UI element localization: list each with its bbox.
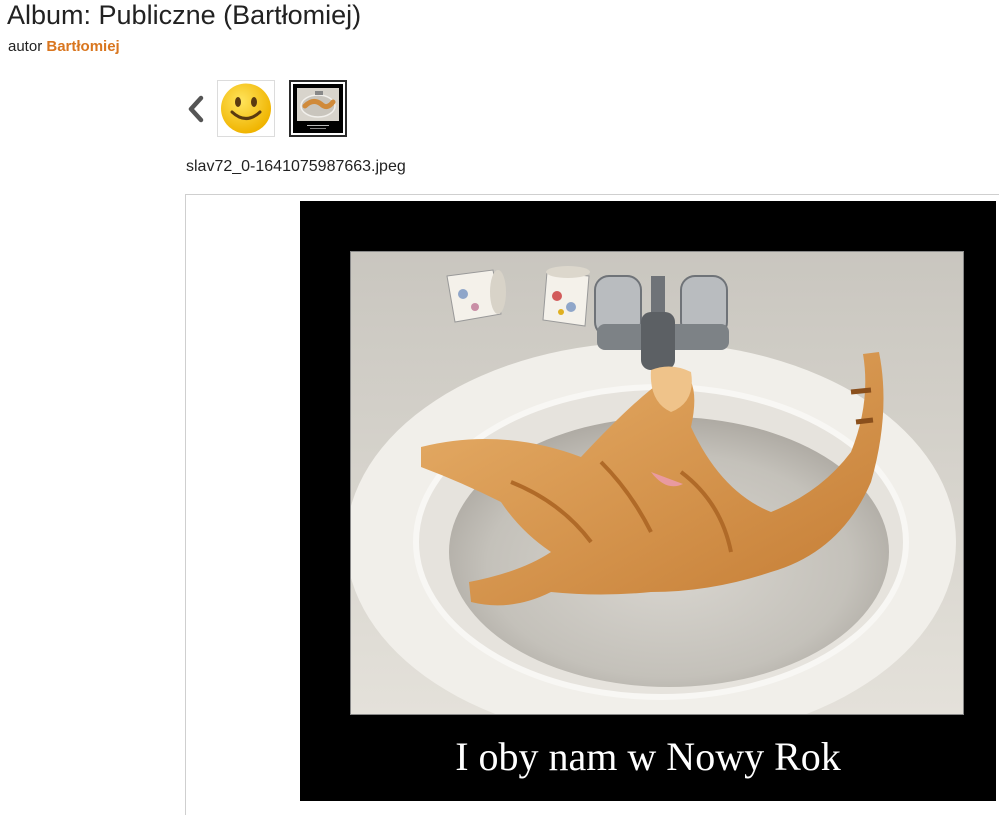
chevron-left-icon — [188, 95, 204, 123]
previous-photo-button[interactable] — [184, 91, 208, 127]
sink-cat-image — [350, 251, 964, 715]
author-link[interactable]: Bartłomiej — [46, 38, 119, 55]
cup-right — [542, 266, 590, 327]
cat-in-sink-illustration — [351, 252, 963, 714]
photo-caption: I oby nam w Nowy Rok — [455, 734, 841, 779]
photo-filename: slav72_0-1641075987663.jpeg — [186, 158, 406, 175]
cat-photo-thumbnail — [293, 84, 343, 133]
album-title: Album: Publiczne (Bartłomiej) — [7, 0, 362, 30]
smiley-face-icon — [221, 83, 271, 134]
author-prefix: autor — [8, 38, 43, 55]
cup-left — [446, 269, 506, 323]
thumbnail-current-photo[interactable] — [289, 80, 347, 137]
thumbnail-smiley[interactable] — [217, 80, 275, 137]
album-byline: autor Bartłomiej — [8, 38, 120, 55]
main-photo[interactable]: I oby nam w Nowy Rok — [300, 201, 996, 801]
